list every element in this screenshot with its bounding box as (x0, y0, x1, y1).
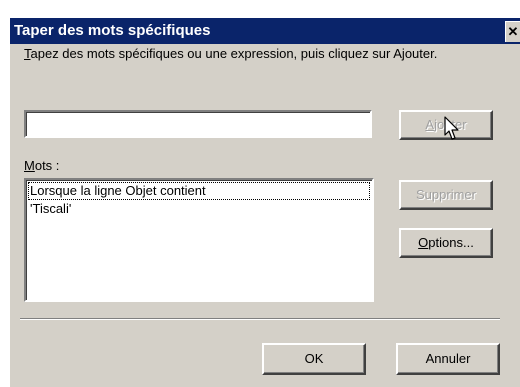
instruction-rest: apez des mots spécifiques ou une express… (30, 46, 438, 61)
add-button-accesskey: A (425, 117, 435, 132)
list-item[interactable]: Lorsque la ligne Objet contient (28, 182, 370, 200)
mouse-pointer-icon (444, 116, 459, 140)
options-button[interactable]: Options... (399, 228, 493, 258)
words-label-accesskey: M (24, 158, 35, 173)
separator (20, 318, 500, 320)
words-label-rest: ots : (34, 158, 60, 173)
title-bar: Taper des mots spécifiques (10, 18, 520, 44)
ok-button[interactable]: OK (262, 343, 366, 375)
dialog-title: Taper des mots spécifiques (14, 22, 211, 39)
list-item[interactable]: 'Tiscali' (28, 200, 370, 218)
cancel-button[interactable]: Annuler (396, 343, 500, 375)
delete-button[interactable]: Supprimer (399, 180, 493, 210)
close-icon[interactable]: ✕ (505, 21, 520, 42)
instruction-text: Tapez des mots spécifiques ou une expres… (24, 46, 484, 61)
options-button-accesskey: O (418, 235, 429, 250)
words-input[interactable] (24, 110, 372, 138)
words-list[interactable]: Lorsque la ligne Objet contient 'Tiscali… (24, 178, 374, 302)
words-list-label: Mots : (24, 158, 59, 173)
options-button-label: ptions... (428, 235, 474, 250)
